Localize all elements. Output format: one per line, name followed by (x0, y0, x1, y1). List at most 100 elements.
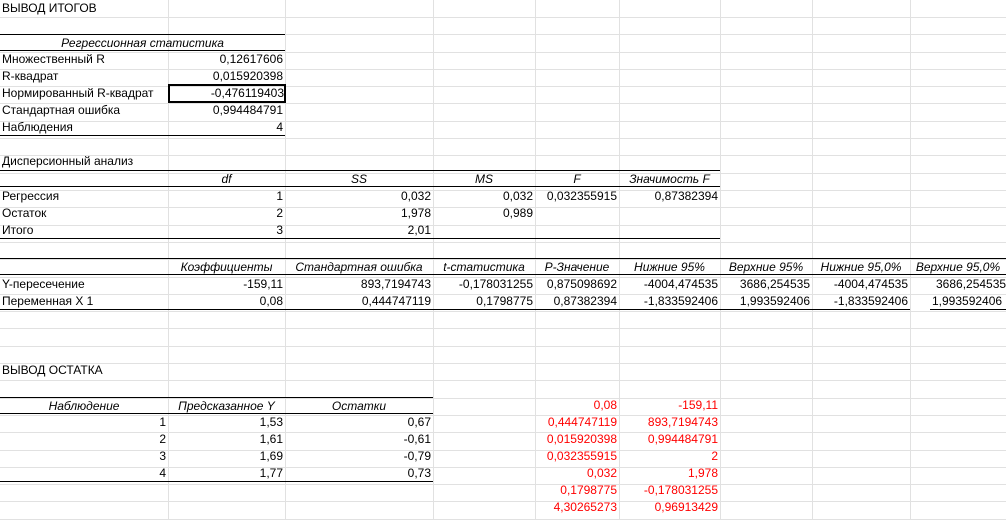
residual-res[interactable]: 0,73 (285, 465, 433, 482)
residual-obs[interactable]: 2 (0, 431, 168, 448)
anova-title[interactable]: Дисперсионный анализ (0, 153, 285, 170)
gridline (0, 380, 1006, 381)
anova-cell[interactable]: 0,032 (433, 188, 535, 205)
red-cell[interactable]: 0,444747119 (535, 414, 619, 431)
residual-title[interactable]: ВЫВОД ОСТАТКА (0, 362, 168, 379)
anova-cell[interactable]: 0,87382394 (619, 188, 720, 205)
anova-cell[interactable]: 2 (168, 205, 285, 222)
residual-header-predicted[interactable]: Предсказанное Y (168, 397, 285, 414)
residual-obs[interactable]: 4 (0, 465, 168, 482)
coef-cell[interactable]: 0,1798775 (433, 293, 535, 310)
residual-header-residuals[interactable]: Остатки (285, 397, 433, 414)
coef-cell[interactable]: -1,833592406 (812, 293, 910, 310)
anova-label-total[interactable]: Итого (0, 222, 168, 239)
anova-cell[interactable]: 0,989 (433, 205, 535, 222)
regstat-label-multiple-r[interactable]: Множественный R (0, 51, 168, 68)
red-cell[interactable]: 893,7194743 (619, 414, 720, 431)
coef-cell[interactable]: -159,11 (168, 276, 285, 293)
red-cell[interactable]: 0,994484791 (619, 431, 720, 448)
regstat-label-adj-r-squared[interactable]: Нормированный R-квадрат (0, 85, 168, 102)
regstat-label-r-squared[interactable]: R-квадрат (0, 68, 168, 85)
selected-cell-adj-r-squared[interactable]: -0,476119403 (168, 84, 286, 103)
coef-cell[interactable]: 3686,254535 (720, 276, 812, 293)
coef-cell[interactable]: -1,833592406 (619, 293, 720, 310)
coef-cell[interactable]: 0,875098692 (535, 276, 619, 293)
coef-header[interactable]: Нижние 95,0% (812, 258, 910, 275)
red-cell[interactable]: -159,11 (619, 397, 720, 414)
residual-res[interactable]: -0,61 (285, 431, 433, 448)
gridline (0, 138, 1006, 139)
red-cell[interactable]: 0,015920398 (535, 431, 619, 448)
gridline (0, 346, 1006, 347)
anova-cell[interactable]: 0,032355915 (535, 188, 619, 205)
anova-cell[interactable]: 1 (168, 188, 285, 205)
anova-cell[interactable] (619, 222, 720, 239)
anova-header-significance-f[interactable]: Значимость F (619, 170, 720, 187)
coef-cell[interactable]: -0,178031255 (433, 276, 535, 293)
red-cell[interactable]: 1,978 (619, 465, 720, 482)
residual-res[interactable]: 0,67 (285, 414, 433, 431)
anova-header-blank[interactable] (0, 170, 168, 187)
coef-cell[interactable]: 0,08 (168, 293, 285, 310)
spreadsheet-grid[interactable]: ВЫВОД ИТОГОВ Регрессионная статистика Мн… (0, 0, 1006, 520)
regstat-label-observations[interactable]: Наблюдения (0, 119, 168, 136)
residual-pred[interactable]: 1,53 (168, 414, 285, 431)
anova-cell[interactable] (433, 222, 535, 239)
red-cell[interactable]: 0,08 (535, 397, 619, 414)
coef-header[interactable]: t-статистика (433, 258, 535, 275)
regstat-label-std-error[interactable]: Стандартная ошибка (0, 102, 168, 119)
coef-cell-clipped[interactable]: 1,993592406 (930, 293, 1006, 310)
coef-cell[interactable]: -4004,474535 (619, 276, 720, 293)
anova-cell[interactable] (535, 222, 619, 239)
regstat-header[interactable]: Регрессионная статистика (0, 34, 285, 51)
gridline (0, 484, 1006, 485)
coef-cell[interactable]: 0,87382394 (535, 293, 619, 310)
coef-cell[interactable]: -4004,474535 (812, 276, 910, 293)
anova-cell[interactable]: 0,032 (285, 188, 433, 205)
regstat-value-r-squared[interactable]: 0,015920398 (168, 68, 285, 85)
coef-label-intercept[interactable]: Y-пересечение (0, 276, 168, 293)
anova-header-f[interactable]: F (535, 170, 619, 187)
gridline (0, 328, 1006, 329)
residual-header-observation[interactable]: Наблюдение (0, 397, 168, 414)
coef-header-blank[interactable] (0, 258, 168, 275)
output-title[interactable]: ВЫВОД ИТОГОВ (0, 0, 168, 17)
red-cell[interactable]: 0,1798775 (535, 482, 619, 499)
gridline (0, 311, 1006, 312)
anova-cell[interactable]: 1,978 (285, 205, 433, 222)
anova-cell[interactable]: 3 (168, 222, 285, 239)
red-cell[interactable]: 0,032 (535, 465, 619, 482)
coef-header[interactable]: Верхние 95,0% (910, 258, 1006, 275)
coef-cell[interactable]: 1,993592406 (720, 293, 812, 310)
anova-label-regression[interactable]: Регрессия (0, 188, 168, 205)
residual-res[interactable]: -0,79 (285, 448, 433, 465)
coef-header[interactable]: Стандартная ошибка (285, 258, 433, 275)
anova-label-residual[interactable]: Остаток (0, 205, 168, 222)
gridline (0, 501, 1006, 502)
coef-label-x1[interactable]: Переменная X 1 (0, 293, 168, 310)
regstat-value-std-error[interactable]: 0,994484791 (168, 102, 285, 119)
anova-header-df[interactable]: df (168, 170, 285, 187)
coef-cell[interactable]: 893,7194743 (285, 276, 433, 293)
coef-header[interactable]: Коэффициенты (168, 258, 285, 275)
anova-header-ss[interactable]: SS (285, 170, 433, 187)
coef-cell[interactable]: 0,444747119 (285, 293, 433, 310)
coef-header[interactable]: Верхние 95% (720, 258, 812, 275)
residual-pred[interactable]: 1,69 (168, 448, 285, 465)
red-cell[interactable]: 0,96913429 (619, 499, 720, 516)
anova-header-ms[interactable]: MS (433, 170, 535, 187)
residual-pred[interactable]: 1,77 (168, 465, 285, 482)
anova-cell[interactable]: 2,01 (285, 222, 433, 239)
red-cell[interactable]: -0,178031255 (619, 482, 720, 499)
residual-pred[interactable]: 1,61 (168, 431, 285, 448)
coef-header[interactable]: P-Значение (535, 258, 619, 275)
coef-header[interactable]: Нижние 95% (619, 258, 720, 275)
regstat-value-multiple-r[interactable]: 0,12617606 (168, 51, 285, 68)
red-cell[interactable]: 0,032355915 (535, 448, 619, 465)
red-cell[interactable]: 2 (619, 448, 720, 465)
red-cell[interactable]: 4,30265273 (535, 499, 619, 516)
coef-cell-clipped[interactable]: 3686,254535 (934, 276, 1006, 293)
residual-obs[interactable]: 3 (0, 448, 168, 465)
regstat-value-observations[interactable]: 4 (168, 119, 285, 136)
residual-obs[interactable]: 1 (0, 414, 168, 431)
